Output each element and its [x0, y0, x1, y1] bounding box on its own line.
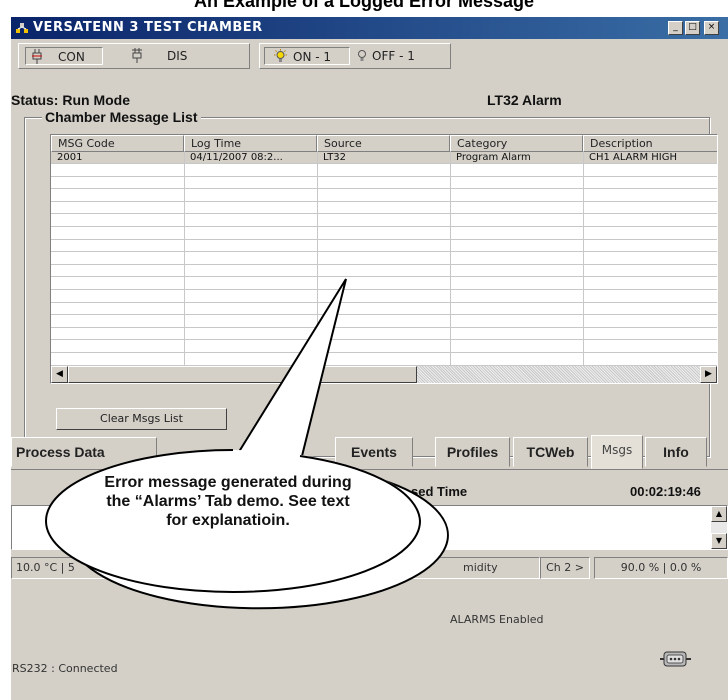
title-bar: VERSATENN 3 TEST CHAMBER _ □ × [11, 17, 728, 39]
empty-table-row [51, 228, 717, 240]
empty-table-row [51, 165, 717, 177]
vertical-scrollbar[interactable]: ▲ ▼ [711, 506, 727, 549]
empty-table-row [51, 240, 717, 253]
callout-line-2: the “Alarms’ Tab demo. See text [106, 493, 350, 510]
readings-row: 10.0 °C | 5 midity Ch 2 > 90.0 % | 0.0 % [11, 557, 728, 579]
column-header-log-time[interactable]: Log Time [184, 135, 317, 152]
message-list-title: Chamber Message List [42, 109, 201, 125]
close-button[interactable]: × [704, 21, 719, 35]
cell-source: LT32 [323, 152, 347, 163]
elapsed-time-value: 00:02:19:46 [630, 484, 701, 499]
scroll-right-button[interactable]: ▶ [700, 366, 717, 383]
cell-description: CH1 ALARM HIGH [589, 152, 678, 163]
channel1-readout: 10.0 °C | 5 [11, 557, 241, 579]
empty-table-row [51, 341, 717, 353]
column-header-source[interactable]: Source [317, 135, 450, 152]
empty-table-row [51, 354, 717, 366]
cell-log-time: 04/11/2007 08:2... [190, 152, 283, 163]
app-window: VERSATENN 3 TEST CHAMBER _ □ × CON DIS O… [11, 17, 728, 700]
table-row[interactable]: 2001 04/11/2007 08:2... LT32 Program Ala… [51, 152, 717, 164]
connect-label: CON [58, 50, 85, 64]
column-header-category[interactable]: Category [450, 135, 583, 152]
tab-events[interactable]: Events [335, 437, 413, 467]
empty-table-row [51, 265, 717, 278]
scroll-up-button[interactable]: ▲ [711, 506, 727, 522]
empty-table-row [51, 253, 717, 265]
message-table: MSG Code Log Time Source Category Descri… [50, 134, 718, 384]
callout-text: Error message generated during the “Alar… [78, 473, 378, 530]
output-off-label: OFF - 1 [372, 49, 415, 63]
column-header-description[interactable]: Description [583, 135, 717, 152]
tab-strip: Process Data Events Profiles TCWeb Msgs … [11, 435, 728, 469]
window-title: VERSATENN 3 TEST CHAMBER [33, 20, 263, 35]
output-on-button[interactable]: ON - 1 [264, 47, 350, 65]
tab-profiles[interactable]: Profiles [435, 437, 510, 467]
connection-status: RS232 : Connected [12, 662, 118, 675]
plug-icon [32, 49, 42, 64]
run-status: Status: Run Mode [11, 92, 130, 108]
elapsed-time-label: sed Time [411, 484, 468, 499]
maximize-button[interactable]: □ [685, 21, 700, 35]
channel2-button[interactable]: Ch 2 > [540, 557, 590, 579]
tab-msgs[interactable]: Msgs [591, 435, 643, 469]
column-header-msg-code[interactable]: MSG Code [51, 135, 184, 152]
output-toolgroup: ON - 1 OFF - 1 [259, 43, 451, 69]
empty-table-row [51, 278, 717, 290]
cell-msg-code: 2001 [57, 152, 83, 163]
connection-toolgroup: CON DIS [18, 43, 250, 69]
column-divider [184, 152, 185, 367]
callout-line-3: for explanatioin. [166, 512, 290, 529]
channel2-readout: 90.0 % | 0.0 % [594, 557, 728, 579]
empty-table-row [51, 291, 717, 303]
empty-table-row [51, 316, 717, 328]
tab-info[interactable]: Info [645, 437, 707, 467]
scroll-thumb[interactable] [68, 366, 417, 383]
unplug-icon [132, 48, 142, 63]
tab-tcweb[interactable]: TCWeb [513, 437, 588, 467]
status-bar-top: Status: Run Mode LT32 Alarm [11, 77, 728, 108]
disconnect-button[interactable]: DIS [127, 47, 201, 65]
scroll-down-button[interactable]: ▼ [711, 533, 727, 549]
scroll-left-button[interactable]: ◀ [51, 366, 68, 383]
alarms-enabled-status: ALARMS Enabled [450, 613, 544, 626]
disconnect-label: DIS [167, 49, 188, 63]
callout-line-1: Error message generated during [104, 474, 352, 491]
humidity-readout: midity [241, 557, 540, 579]
figure-caption: An Example of a Logged Error Message [193, 0, 535, 11]
empty-table-row [51, 215, 717, 227]
table-header: MSG Code Log Time Source Category Descri… [51, 135, 717, 152]
clear-messages-button[interactable]: Clear Msgs List [56, 408, 227, 430]
horizontal-scrollbar[interactable]: ◀ ▶ [51, 366, 717, 383]
lightbulb-off-icon [358, 50, 366, 61]
empty-table-row [51, 202, 717, 215]
minimize-button[interactable]: _ [668, 21, 683, 35]
output-on-label: ON - 1 [293, 50, 332, 64]
column-divider [583, 152, 584, 367]
column-divider [317, 152, 318, 367]
alarm-status: LT32 Alarm [487, 92, 562, 108]
connect-button[interactable]: CON [25, 47, 103, 65]
column-divider [450, 152, 451, 367]
empty-table-row [51, 328, 717, 341]
empty-table-row [51, 303, 717, 316]
lightbulb-on-icon [274, 49, 287, 62]
output-off-button[interactable]: OFF - 1 [352, 47, 442, 65]
empty-table-row [51, 177, 717, 190]
app-icon [16, 23, 28, 33]
cell-category: Program Alarm [456, 152, 531, 163]
empty-table-row [51, 190, 717, 202]
serial-connection-icon [660, 651, 691, 667]
tab-process-data[interactable]: Process Data [11, 437, 157, 467]
